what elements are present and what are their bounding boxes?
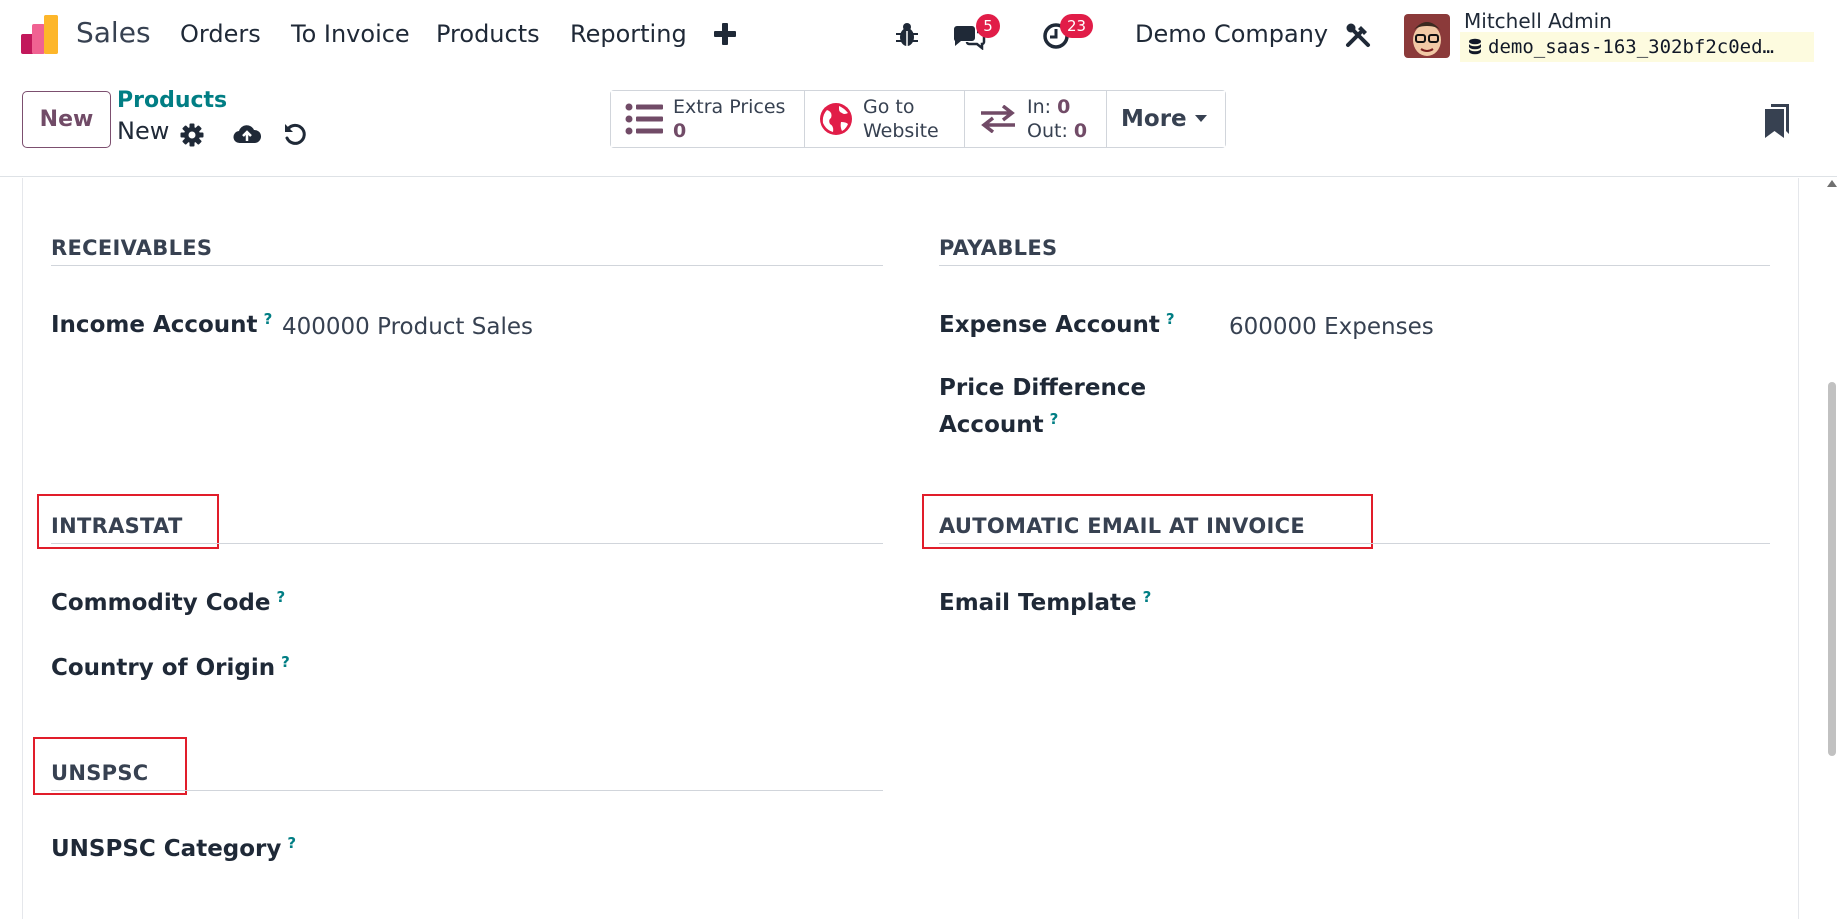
more-label: More [1121,106,1187,132]
unspsc-category-help[interactable]: ? [287,834,296,852]
undo-icon[interactable] [283,122,307,146]
tools-icon[interactable] [1345,22,1371,48]
app-name[interactable]: Sales [76,16,151,49]
in-count: 0 [1057,96,1071,118]
company-switcher[interactable]: Demo Company [1135,20,1328,48]
sheet-border-right [1798,178,1799,919]
price-difference-account-label: Price Difference Account? [939,375,1147,438]
extra-prices-count: 0 [673,120,687,142]
section-payables-divider [939,265,1770,266]
user-name[interactable]: Mitchell Admin [1464,9,1612,33]
menu-orders[interactable]: Orders [180,20,261,48]
in-label: In: [1027,96,1052,118]
section-intrastat-divider [51,543,883,544]
section-payables-title: PAYABLES [939,236,1058,260]
breadcrumb-products[interactable]: Products [117,88,227,113]
section-unspsc-divider [51,790,883,791]
stat-buttons: Extra Prices 0 Go to Website In: 0 Out: [610,90,1226,148]
gear-icon[interactable] [180,123,204,147]
section-unspsc-title: UNSPSC [51,761,149,785]
sheet-border-left [22,178,23,919]
expense-account-field[interactable]: 600000 Expenses [1229,314,1434,340]
go-to-website-button[interactable]: Go to Website [805,91,965,147]
income-account-label: Income Account? [51,310,273,338]
new-button[interactable]: New [22,91,111,148]
avatar[interactable] [1404,14,1450,58]
database-chip: demo_saas-163_302bf2c0ed… [1460,32,1814,62]
menu-reporting[interactable]: Reporting [570,20,687,48]
price-difference-help[interactable]: ? [1050,410,1059,428]
caret-down-icon [1194,115,1207,122]
expense-account-label: Expense Account? [939,310,1175,338]
plus-icon[interactable] [713,22,737,46]
section-receivables-divider [51,265,883,266]
income-account-help[interactable]: ? [264,310,273,328]
commodity-code-help[interactable]: ? [277,588,286,606]
income-account-field[interactable]: 400000 Product Sales [282,314,533,340]
menu-products[interactable]: Products [436,20,540,48]
section-automatic-email-divider [939,543,1770,544]
extra-prices-button[interactable]: Extra Prices 0 [611,91,805,147]
menu-to-invoice[interactable]: To Invoice [291,20,410,48]
website-label-line2: Website [863,120,939,142]
database-icon [1469,38,1481,55]
more-button[interactable]: More [1107,91,1225,147]
top-navbar: Sales Orders To Invoice Products Reporti… [0,0,1837,74]
messages-badge: 5 [976,14,1000,38]
globe-icon [820,103,852,135]
email-template-label: Email Template? [939,588,1152,616]
bug-icon[interactable] [895,22,919,48]
section-intrastat-title: INTRASTAT [51,514,183,538]
scroll-thumb[interactable] [1828,382,1836,756]
extra-prices-label: Extra Prices [673,96,786,118]
list-icon [625,103,663,135]
out-count: 0 [1073,120,1088,142]
bookmark-icon[interactable] [1765,104,1791,138]
cloud-upload-icon[interactable] [233,121,261,147]
activities-badge: 23 [1060,14,1094,38]
vertical-scrollbar[interactable] [1824,178,1837,919]
control-panel: New Products New Extra Prices 0 Go to We… [0,74,1837,177]
form-sheet: RECEIVABLES Income Account? 400000 Produ… [0,178,1837,919]
database-name: demo_saas-163_302bf2c0ed… [1488,36,1774,58]
country-of-origin-label: Country of Origin? [51,653,290,681]
email-template-help[interactable]: ? [1143,588,1152,606]
country-of-origin-help[interactable]: ? [281,653,290,671]
expense-account-help[interactable]: ? [1166,310,1175,328]
in-out-button[interactable]: In: 0 Out: 0 [965,91,1107,147]
section-automatic-email-title: AUTOMATIC EMAIL AT INVOICE [939,514,1305,538]
out-label: Out: [1027,120,1068,142]
section-receivables-title: RECEIVABLES [51,236,213,260]
sales-logo-icon[interactable] [20,14,62,56]
commodity-code-label: Commodity Code? [51,588,286,616]
unspsc-category-label: UNSPSC Category? [51,834,297,862]
website-label-line1: Go to [863,96,915,118]
scroll-up-arrow[interactable] [1827,180,1837,187]
transfer-arrows-icon [981,105,1015,133]
record-name: New [117,117,170,145]
